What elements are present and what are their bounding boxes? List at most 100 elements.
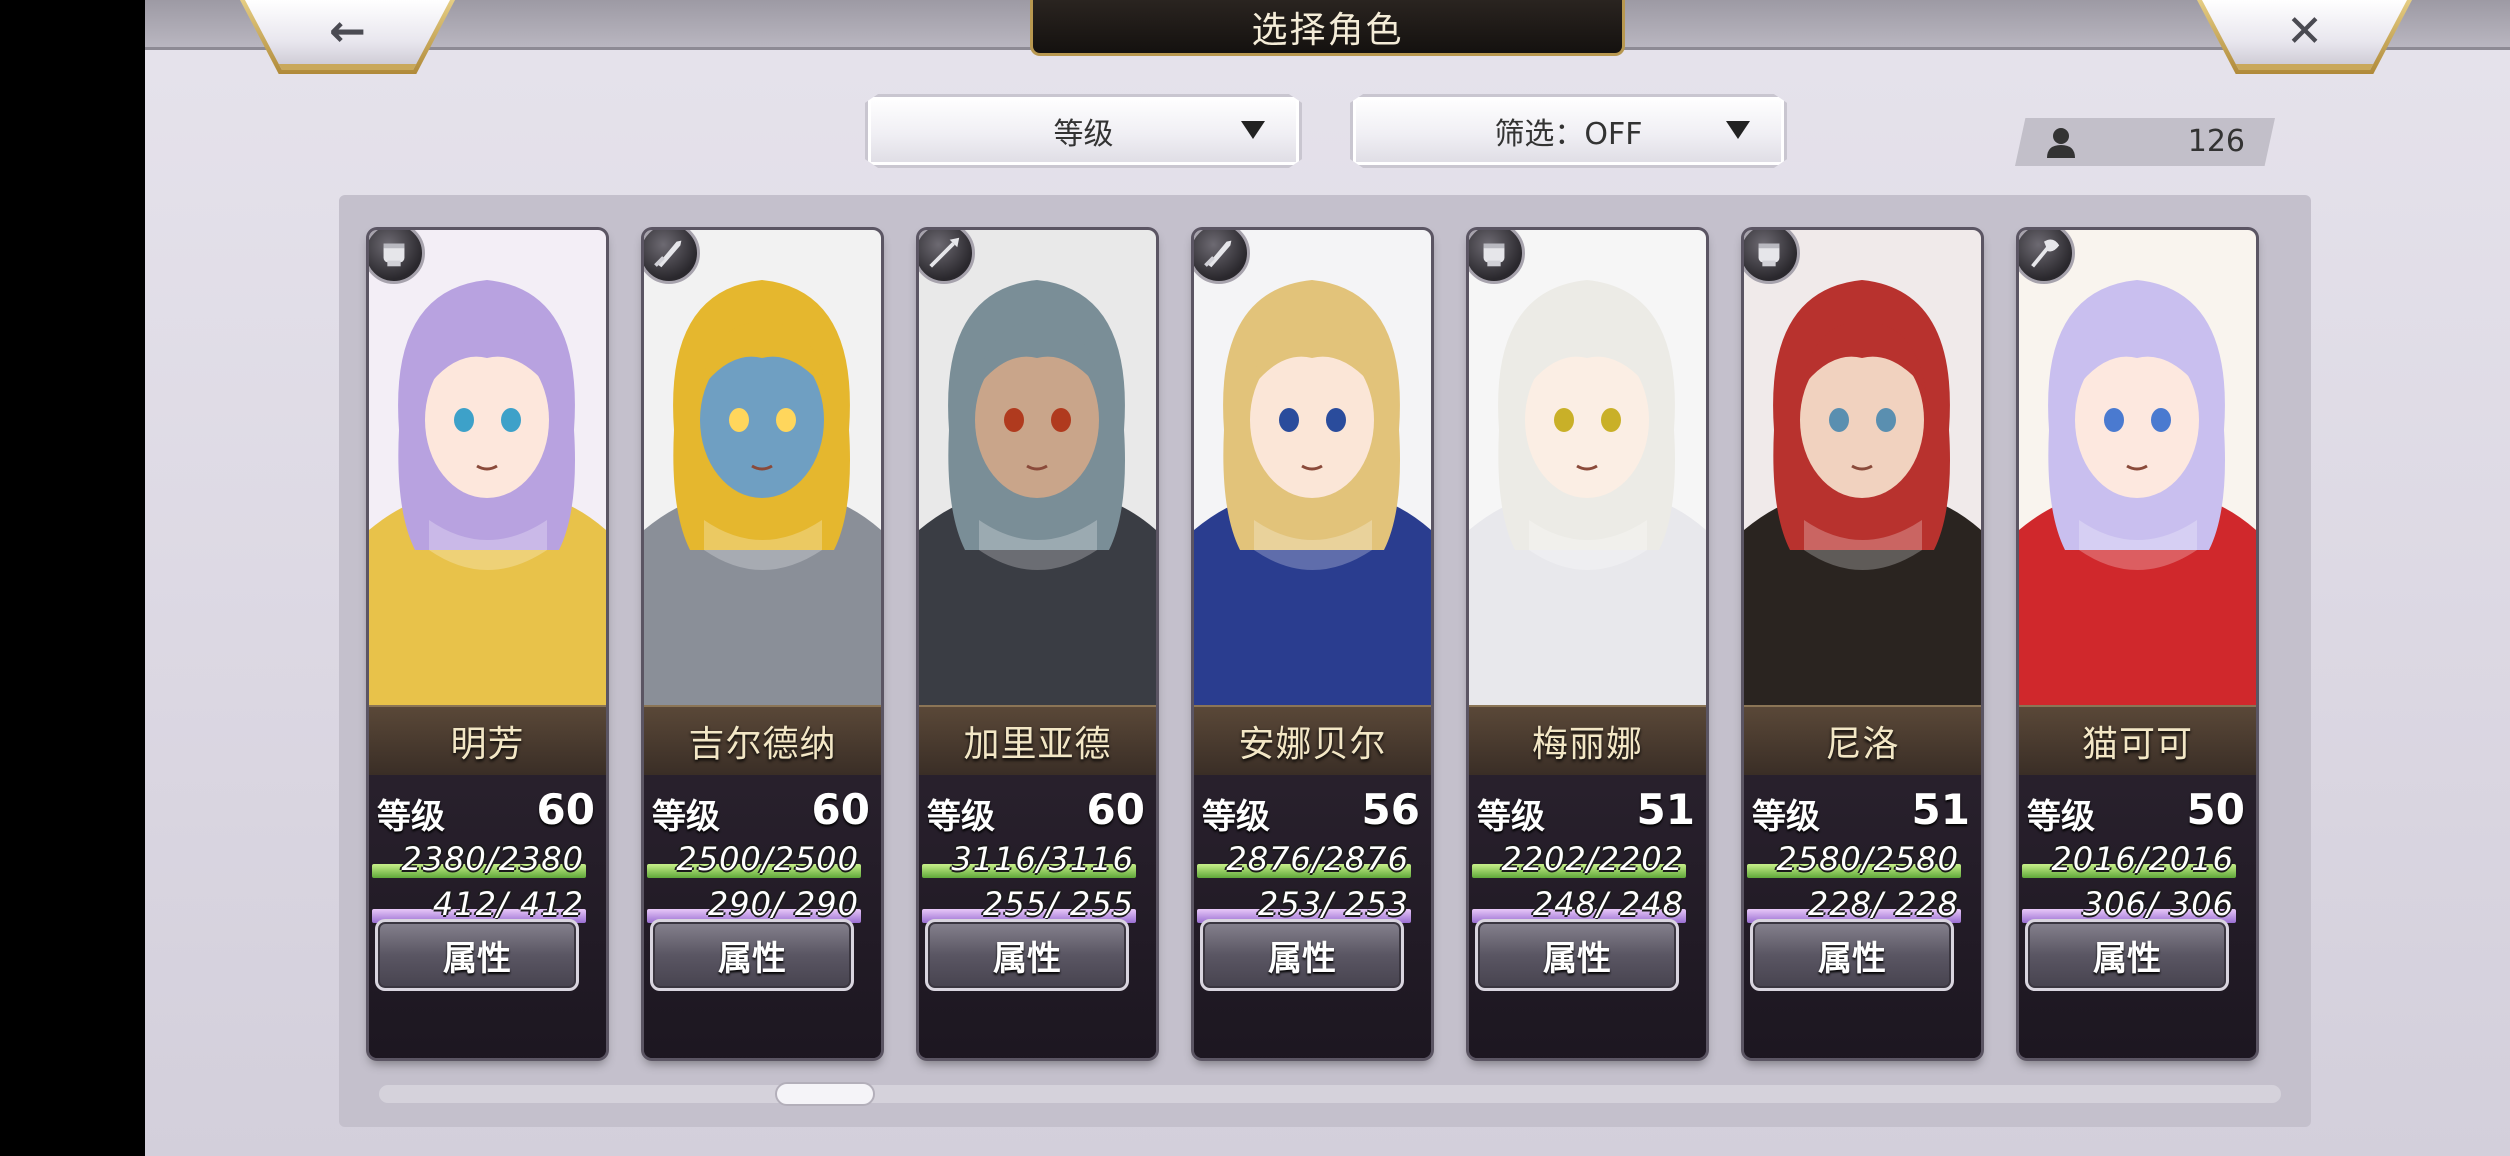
character-portrait[interactable] (1744, 230, 1981, 705)
scrollbar-thumb[interactable] (775, 1082, 876, 1106)
level-label: 等级 (652, 797, 720, 837)
sort-dropdown-label: 等级 (1053, 117, 1114, 152)
user-icon (2047, 128, 2075, 158)
mp-bar: 412/ 412 (372, 885, 586, 923)
hp-value: 2202/2202 (1501, 840, 1684, 878)
character-portrait[interactable] (2019, 230, 2256, 705)
chevron-down-icon (1241, 121, 1265, 139)
character-name-bar: 安娜贝尔 (1194, 705, 1431, 775)
level-value: 51 (1911, 785, 1970, 834)
hp-value: 2016/2016 (2051, 840, 2234, 878)
level-value: 50 (2186, 785, 2245, 834)
mp-value: 290/ 290 (696, 885, 859, 923)
attributes-button[interactable]: 属性 (1200, 919, 1404, 991)
character-portrait[interactable] (644, 230, 881, 705)
attributes-button-label: 属性 (1543, 938, 1611, 979)
character-card[interactable]: 尼洛 等级 51 2580/2580 228/ 228 属性 (1744, 230, 1981, 1058)
attributes-button[interactable]: 属性 (925, 919, 1129, 991)
character-name-bar: 吉尔德纳 (644, 705, 881, 775)
character-portrait-art (1469, 230, 1706, 705)
character-card-row: 明芳 等级 60 2380/2380 412/ 412 属性 吉尔德纳 等级 6… (369, 230, 2289, 1060)
sort-dropdown[interactable]: 等级 (865, 94, 1302, 168)
level-row: 等级 56 (1200, 785, 1420, 837)
mp-bar: 290/ 290 (647, 885, 861, 923)
roster-count-badge: 126 (2015, 118, 2275, 166)
character-stats: 等级 60 2500/2500 290/ 290 属性 (644, 775, 881, 1058)
character-portrait-art (1194, 230, 1431, 705)
attributes-button-label: 属性 (993, 938, 1061, 979)
character-stats: 等级 51 2202/2202 248/ 248 属性 (1469, 775, 1706, 1058)
back-arrow-icon: ← (329, 5, 366, 57)
level-label: 等级 (1752, 797, 1820, 837)
hp-bar: 2580/2580 (1747, 840, 1961, 878)
character-portrait[interactable] (369, 230, 606, 705)
close-icon: ✕ (2286, 5, 2323, 57)
mp-value: 228/ 228 (1796, 885, 1959, 923)
title-plate: 选择角色 (1030, 0, 1625, 56)
character-portrait-art (1744, 230, 1981, 705)
character-select-stage: ← 选择角色 ✕ 等级 筛选：OFF 126 明芳 等级 60 2380/238… (145, 0, 2510, 1156)
hp-bar: 2016/2016 (2022, 840, 2236, 878)
hp-value: 2500/2500 (676, 840, 859, 878)
character-portrait[interactable] (1469, 230, 1706, 705)
hp-value: 3116/3116 (951, 840, 1134, 878)
character-portrait-art (369, 230, 606, 705)
horizontal-scrollbar[interactable] (379, 1085, 2281, 1103)
roster-count: 126 (2187, 124, 2245, 159)
character-name: 明芳 (450, 724, 525, 765)
level-value: 60 (811, 785, 870, 834)
character-portrait-art (919, 230, 1156, 705)
hp-value: 2876/2876 (1226, 840, 1409, 878)
character-card[interactable]: 猫可可 等级 50 2016/2016 306/ 306 属性 (2019, 230, 2256, 1058)
level-label: 等级 (2027, 797, 2095, 837)
character-name: 安娜贝尔 (1238, 724, 1387, 765)
character-card[interactable]: 明芳 等级 60 2380/2380 412/ 412 属性 (369, 230, 606, 1058)
character-portrait[interactable] (919, 230, 1156, 705)
character-name-bar: 猫可可 (2019, 705, 2256, 775)
mp-bar: 228/ 228 (1747, 885, 1961, 923)
page-title: 选择角色 (1251, 9, 1404, 51)
mp-bar: 248/ 248 (1472, 885, 1686, 923)
character-name: 尼洛 (1825, 724, 1900, 765)
attributes-button[interactable]: 属性 (375, 919, 579, 991)
mp-value: 253/ 253 (1246, 885, 1409, 923)
hp-bar: 2876/2876 (1197, 840, 1411, 878)
attributes-button[interactable]: 属性 (650, 919, 854, 991)
character-name-bar: 明芳 (369, 705, 606, 775)
attributes-button-label: 属性 (1268, 938, 1336, 979)
character-name-bar: 尼洛 (1744, 705, 1981, 775)
hp-bar: 2380/2380 (372, 840, 586, 878)
character-stats: 等级 51 2580/2580 228/ 228 属性 (1744, 775, 1981, 1058)
attributes-button-label: 属性 (2093, 938, 2161, 979)
attributes-button[interactable]: 属性 (2025, 919, 2229, 991)
game-screen: ← 选择角色 ✕ 等级 筛选：OFF 126 明芳 等级 60 2380/238… (0, 0, 2510, 1156)
level-label: 等级 (1202, 797, 1270, 837)
character-stats: 等级 50 2016/2016 306/ 306 属性 (2019, 775, 2256, 1058)
attributes-button-label: 属性 (1818, 938, 1886, 979)
mp-bar: 253/ 253 (1197, 885, 1411, 923)
level-value: 60 (1086, 785, 1145, 834)
mp-value: 248/ 248 (1521, 885, 1684, 923)
hp-bar: 3116/3116 (922, 840, 1136, 878)
character-card[interactable]: 安娜贝尔 等级 56 2876/2876 253/ 253 属性 (1194, 230, 1431, 1058)
level-label: 等级 (927, 797, 995, 837)
character-card[interactable]: 吉尔德纳 等级 60 2500/2500 290/ 290 属性 (644, 230, 881, 1058)
character-stats: 等级 60 2380/2380 412/ 412 属性 (369, 775, 606, 1058)
level-row: 等级 60 (375, 785, 595, 837)
character-portrait[interactable] (1194, 230, 1431, 705)
hp-value: 2380/2380 (401, 840, 584, 878)
character-card[interactable]: 梅丽娜 等级 51 2202/2202 248/ 248 属性 (1469, 230, 1706, 1058)
character-name: 吉尔德纳 (688, 724, 837, 765)
hp-bar: 2500/2500 (647, 840, 861, 878)
filter-dropdown-label: 筛选：OFF (1494, 117, 1643, 152)
attributes-button[interactable]: 属性 (1475, 919, 1679, 991)
character-portrait-art (2019, 230, 2256, 705)
character-name-bar: 加里亚德 (919, 705, 1156, 775)
level-value: 51 (1636, 785, 1695, 834)
level-label: 等级 (377, 797, 445, 837)
level-row: 等级 50 (2025, 785, 2245, 837)
filter-dropdown[interactable]: 筛选：OFF (1350, 94, 1787, 168)
character-card[interactable]: 加里亚德 等级 60 3116/3116 255/ 255 属性 (919, 230, 1156, 1058)
attributes-button[interactable]: 属性 (1750, 919, 1954, 991)
mp-bar: 306/ 306 (2022, 885, 2236, 923)
